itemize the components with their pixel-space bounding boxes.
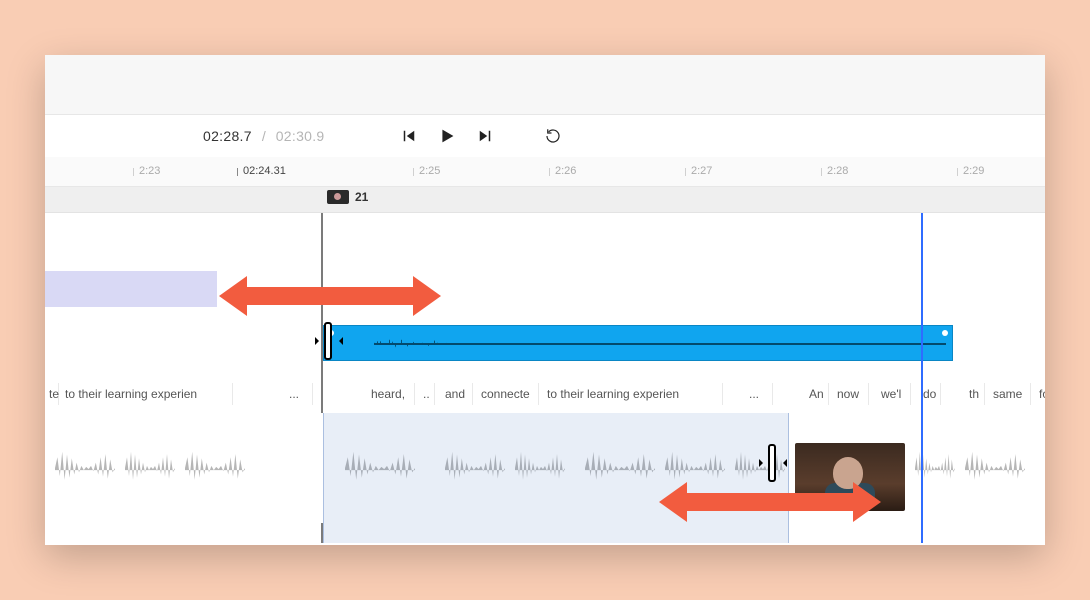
transcript-word[interactable]: now (833, 383, 869, 405)
ruler-tick: 2:27 (691, 157, 712, 177)
trim-handle-left[interactable] (315, 321, 343, 361)
transcript-word[interactable]: we'l (877, 383, 911, 405)
transcript-word[interactable]: ... (745, 383, 773, 405)
transcript-word[interactable]: .. (419, 383, 435, 405)
ruler-tick: 2:28 (827, 157, 848, 177)
transcript-word[interactable]: for (1035, 383, 1045, 405)
timecode-separator: / (262, 128, 266, 144)
timecode-current: 02:28.7 (203, 128, 252, 144)
annotation-arrow-bottom (685, 493, 855, 511)
play-button[interactable] (431, 120, 463, 152)
clip-handle-dot-right (942, 330, 948, 336)
transcript-word[interactable]: te (45, 383, 59, 405)
waveform-segment (965, 441, 1025, 495)
timeline-area[interactable]: teto their learning experien...heard,..a… (45, 213, 1045, 543)
next-frame-button[interactable] (469, 120, 501, 152)
transcript-word[interactable]: and (441, 383, 473, 405)
waveform-selection-region[interactable] (323, 413, 789, 543)
ruler-tick: 02:24.31 (243, 157, 286, 177)
transcript-word[interactable]: heard, (367, 383, 415, 405)
scene-label: 21 (355, 190, 368, 204)
playback-bar: 02:28.7 / 02:30.9 (45, 115, 1045, 157)
scene-chip[interactable]: 21 (327, 190, 368, 204)
overdub-waveform (374, 343, 946, 345)
waveform-segment (125, 441, 175, 495)
annotation-arrow-top (245, 287, 415, 305)
transcript-word-row[interactable]: teto their learning experien...heard,..a… (45, 383, 1045, 405)
ruler-tick: 2:23 (139, 157, 160, 177)
waveform-segment (55, 441, 115, 495)
ruler-tick: 2:26 (555, 157, 576, 177)
scene-bar: 21 (45, 187, 1045, 213)
transcript-word[interactable]: ... (285, 383, 313, 405)
waveform-segment (185, 441, 245, 495)
ruler-tick: 2:25 (419, 157, 440, 177)
transcript-word[interactable]: An (805, 383, 829, 405)
time-ruler[interactable]: 2:23 02:24.31 2:25 2:26 2:27 2:28 2:29 (45, 157, 1045, 187)
scene-thumbnail-icon (327, 190, 349, 204)
trim-handle-right[interactable] (759, 443, 787, 483)
overdub-audio-clip[interactable] (323, 325, 953, 361)
timecode-total: 02:30.9 (276, 128, 325, 144)
transcript-word[interactable]: to their learning experien (543, 383, 723, 405)
loop-button[interactable] (537, 120, 569, 152)
transcript-word[interactable]: connecte (477, 383, 539, 405)
transcript-word[interactable]: to their learning experien (61, 383, 233, 405)
prev-frame-button[interactable] (393, 120, 425, 152)
editor-window: 02:28.7 / 02:30.9 2:2302:24.312:252:262:… (45, 55, 1045, 545)
ruler-tick: 2:29 (963, 157, 984, 177)
transcript-word[interactable]: th (965, 383, 985, 405)
top-strip (45, 55, 1045, 115)
transcript-word[interactable]: same (989, 383, 1031, 405)
ghost-clip[interactable] (45, 271, 217, 307)
playhead[interactable] (921, 213, 923, 543)
